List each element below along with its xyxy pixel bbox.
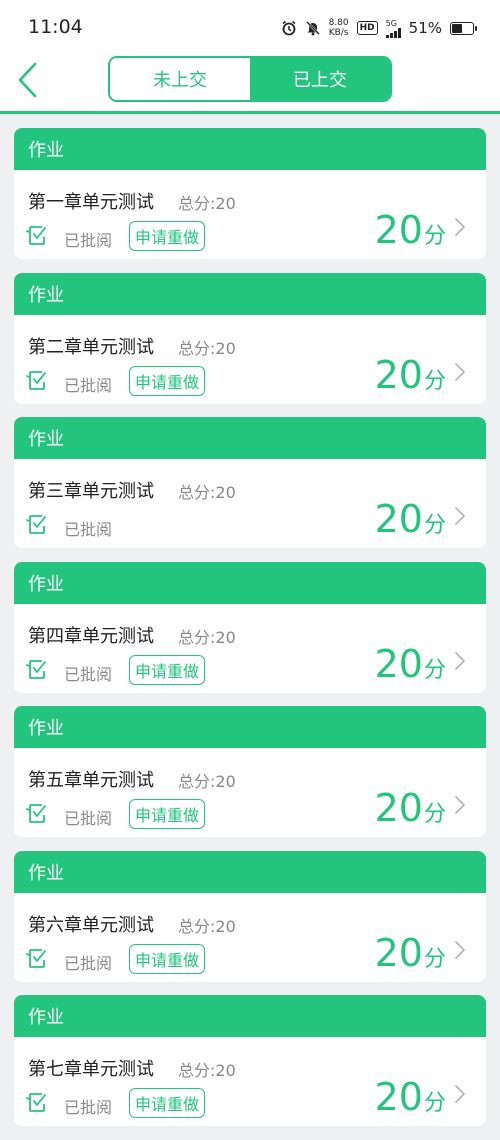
alarm-icon xyxy=(281,20,297,36)
score-value: 20 xyxy=(374,641,423,686)
signal-indicator: 5G xyxy=(385,18,401,38)
score-value: 20 xyxy=(374,352,423,397)
assignment-status: 已批阅 xyxy=(64,520,113,539)
score-unit: 分 xyxy=(423,1091,446,1116)
assignment-title: 第六章单元测试 xyxy=(28,914,154,936)
network-speed-value: 8.80 xyxy=(328,18,349,28)
score-value: 20 xyxy=(374,1075,423,1119)
chevron-right-icon xyxy=(455,651,465,670)
score-unit: 分 xyxy=(423,802,446,827)
assignment-title: 第五章单元测试 xyxy=(28,770,154,791)
assignment-list: 作业 第一章单元测试 总分:20 已批阅 申请重做 20 分 作业 第二章单元测… xyxy=(14,128,486,1140)
assignment-type-header: 作业 xyxy=(14,706,486,748)
assignment-type-header: 作业 xyxy=(14,995,486,1037)
network-speed: 8.80 KB/s xyxy=(329,18,349,38)
score-value: 20 xyxy=(374,930,423,975)
chevron-right-icon xyxy=(455,218,465,236)
assignment-total-score: 总分:20 xyxy=(178,627,236,647)
submission-tabs: 未上交 已上交 xyxy=(108,56,392,102)
assignment-status: 已批阅 xyxy=(64,1098,113,1117)
assignment-score: 20 分 xyxy=(375,1075,446,1119)
assignment-total-score: 总分:20 xyxy=(178,194,236,213)
assignment-type-header: 作业 xyxy=(14,272,486,315)
request-redo-button[interactable]: 申请重做 xyxy=(129,221,206,251)
assignment-card[interactable]: 作业 第五章单元测试 总分:20 已批阅 申请重做 20 分 xyxy=(14,706,486,837)
signal-bars-icon xyxy=(385,27,401,38)
assignment-total-score: 总分:20 xyxy=(178,1061,236,1080)
request-redo-button[interactable]: 申请重做 xyxy=(129,654,206,685)
assignment-total-score: 总分:20 xyxy=(178,916,236,936)
app-header: 未上交 已上交 xyxy=(0,56,500,114)
assignment-score: 20 分 xyxy=(375,931,446,975)
assignment-score: 20 分 xyxy=(375,497,446,541)
chevron-right-icon xyxy=(455,796,465,814)
assignment-title: 第一章单元测试 xyxy=(28,192,154,213)
score-value: 20 xyxy=(374,208,423,252)
assignment-title: 第四章单元测试 xyxy=(28,625,154,647)
graded-check-icon xyxy=(26,515,46,534)
chevron-right-icon xyxy=(455,507,465,525)
assignment-total-score: 总分:20 xyxy=(178,338,236,358)
assignment-type-header: 作业 xyxy=(14,128,486,170)
assignment-score: 20 分 xyxy=(375,208,446,252)
assignment-card[interactable]: 作业 第三章单元测试 总分:20 已批阅 20 分 xyxy=(14,417,486,548)
assignment-status: 已批阅 xyxy=(64,231,113,250)
status-bar: 11:04 8.80 KB/s HD 5G 51% xyxy=(0,0,500,56)
assignment-title: 第三章单元测试 xyxy=(28,481,154,502)
graded-check-icon xyxy=(26,370,46,390)
assignment-card[interactable]: 作业 第六章单元测试 总分:20 已批阅 申请重做 20 分 xyxy=(14,850,486,982)
score-value: 20 xyxy=(374,786,423,830)
request-redo-button[interactable]: 申请重做 xyxy=(129,799,206,829)
chevron-right-icon xyxy=(455,362,465,381)
request-redo-button[interactable]: 申请重做 xyxy=(129,365,206,396)
tab-not-submitted[interactable]: 未上交 xyxy=(110,58,250,100)
assignment-status: 已批阅 xyxy=(64,375,113,395)
score-unit: 分 xyxy=(423,657,446,683)
assignment-status: 已批阅 xyxy=(64,809,113,828)
assignment-title: 第七章单元测试 xyxy=(28,1059,154,1080)
score-unit: 分 xyxy=(423,224,446,249)
assignment-score: 20 分 xyxy=(375,353,446,397)
mute-bell-icon xyxy=(305,20,321,36)
back-button[interactable] xyxy=(10,60,44,100)
assignment-title: 第二章单元测试 xyxy=(28,336,154,358)
assignment-card[interactable]: 作业 第一章单元测试 总分:20 已批阅 申请重做 20 分 xyxy=(14,128,486,259)
assignment-status: 已批阅 xyxy=(64,953,113,973)
network-speed-unit: KB/s xyxy=(328,28,349,38)
back-arrow-icon xyxy=(18,62,37,98)
score-unit: 分 xyxy=(423,368,446,394)
tab-submitted[interactable]: 已上交 xyxy=(250,58,390,100)
network-type: 5G xyxy=(385,18,397,28)
request-redo-button[interactable]: 申请重做 xyxy=(129,1088,206,1118)
status-time: 11:04 xyxy=(28,16,83,38)
score-value: 20 xyxy=(374,497,423,541)
graded-check-icon xyxy=(26,948,46,968)
graded-check-icon xyxy=(26,1093,46,1112)
chevron-right-icon xyxy=(455,940,465,959)
battery-percent: 51% xyxy=(408,19,442,37)
assignment-card[interactable]: 作业 第七章单元测试 总分:20 已批阅 申请重做 20 分 xyxy=(14,995,486,1126)
graded-check-icon xyxy=(26,659,46,679)
graded-check-icon xyxy=(26,226,46,245)
hd-badge: HD xyxy=(356,21,378,35)
assignment-status: 已批阅 xyxy=(64,664,113,684)
assignment-card[interactable]: 作业 第二章单元测试 总分:20 已批阅 申请重做 20 分 xyxy=(14,272,486,404)
score-unit: 分 xyxy=(423,946,446,972)
assignment-score: 20 分 xyxy=(375,786,446,830)
assignment-total-score: 总分:20 xyxy=(178,772,236,791)
assignment-type-header: 作业 xyxy=(14,417,486,459)
score-unit: 分 xyxy=(423,513,446,538)
request-redo-button[interactable]: 申请重做 xyxy=(129,943,206,974)
battery-icon xyxy=(450,21,477,35)
assignment-type-header: 作业 xyxy=(14,850,486,893)
assignment-type-header: 作业 xyxy=(14,561,486,604)
status-icons: 8.80 KB/s HD 5G 51% xyxy=(281,14,477,42)
assignment-total-score: 总分:20 xyxy=(178,483,236,502)
chevron-right-icon xyxy=(455,1085,465,1103)
graded-check-icon xyxy=(26,804,46,823)
assignment-score: 20 分 xyxy=(375,642,446,686)
assignment-card[interactable]: 作业 第四章单元测试 总分:20 已批阅 申请重做 20 分 xyxy=(14,561,486,693)
